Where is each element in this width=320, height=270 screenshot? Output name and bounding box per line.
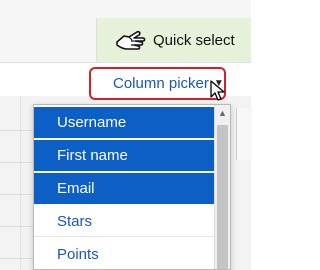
column-option-label: Username (57, 114, 127, 131)
column-option-label: Email (57, 180, 95, 197)
column-picker-button[interactable]: Column picker ▼ (89, 67, 226, 100)
column-option-points[interactable]: Points (34, 239, 215, 269)
mouse-cursor-icon (210, 80, 225, 101)
column-picker-label: Column picker (113, 75, 209, 92)
column-option-first-name[interactable]: First name (34, 140, 215, 171)
scroll-up-arrow-icon[interactable]: ▲ (218, 108, 227, 118)
column-header-partial[interactable]: La (217, 108, 252, 160)
hand-pointing-icon (116, 30, 146, 50)
quick-select-label: Quick select (153, 31, 235, 49)
dropdown-scrollbar[interactable]: ▲ (214, 105, 230, 269)
column-picker-dropdown[interactable]: Username First name Email Stars Points ▲ (33, 104, 231, 270)
column-option-label: Points (57, 245, 99, 263)
column-option-label: First name (57, 147, 128, 164)
column-list: Username First name Email Stars Points (34, 107, 215, 269)
grid-column-divider (20, 96, 21, 270)
quick-select-button[interactable]: Quick select (96, 18, 251, 62)
scrollbar-thumb[interactable] (217, 125, 228, 269)
column-option-label: Stars (57, 212, 93, 230)
column-option-username[interactable]: Username (34, 107, 215, 138)
column-option-stars[interactable]: Stars (34, 206, 215, 237)
column-option-email[interactable]: Email (34, 173, 215, 204)
